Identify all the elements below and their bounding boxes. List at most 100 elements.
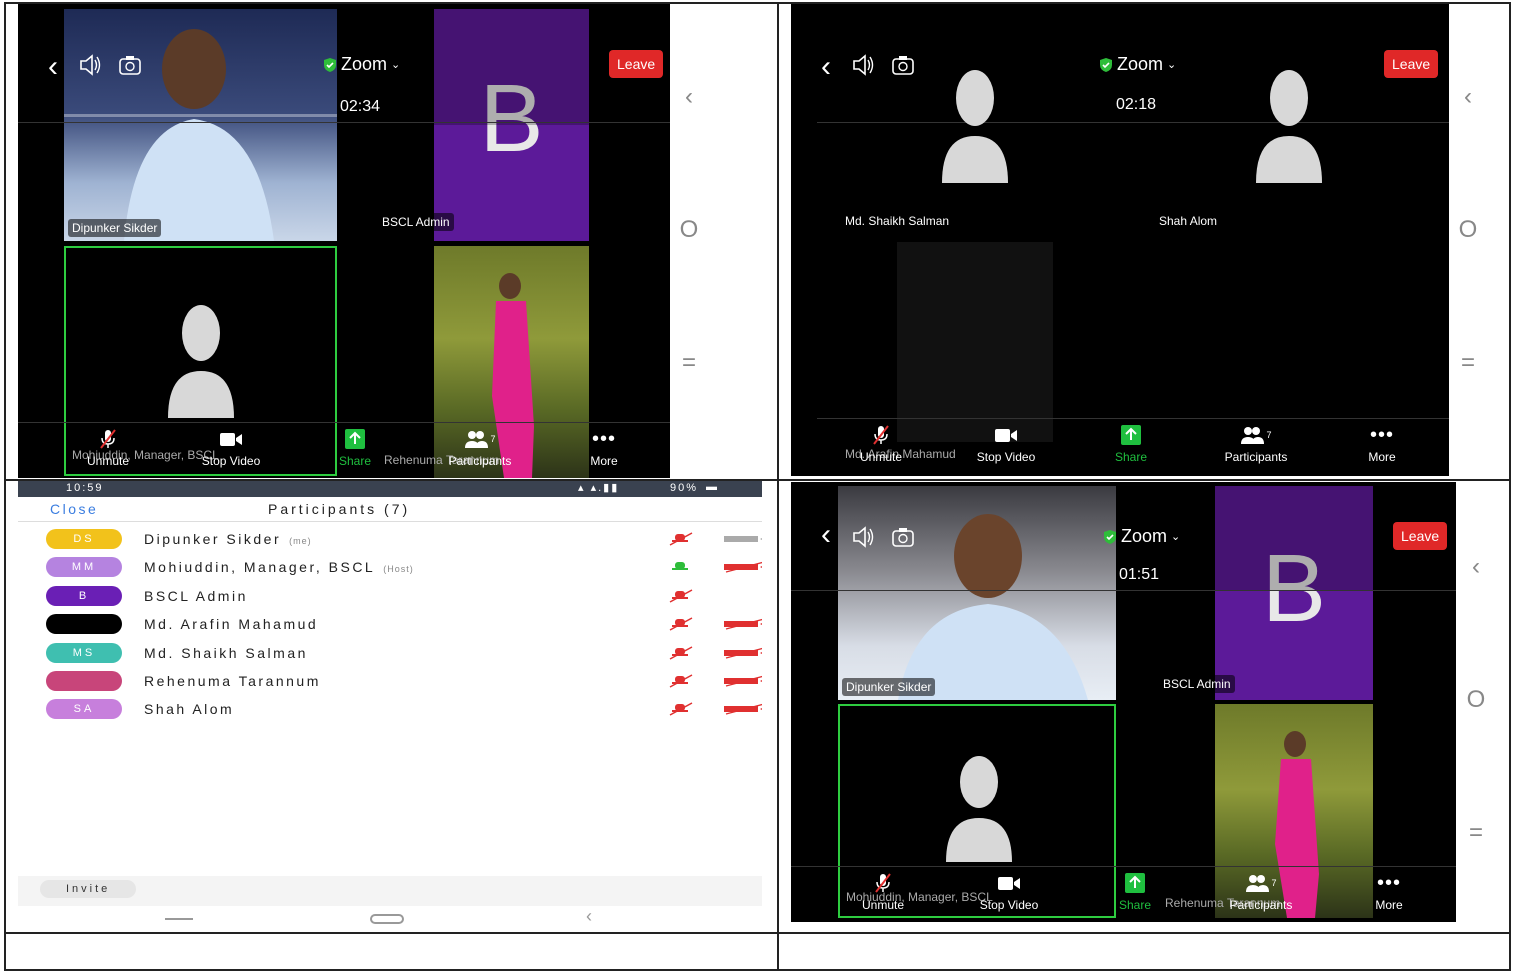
more-button[interactable]: ••• More bbox=[1342, 423, 1422, 465]
leave-button[interactable]: Leave bbox=[1393, 522, 1448, 550]
nav-back-icon[interactable]: ‹ bbox=[685, 83, 693, 111]
nav-home-icon[interactable]: O bbox=[1459, 216, 1478, 244]
participant-avatar: MM bbox=[46, 557, 122, 578]
participant-row[interactable]: Rehenuma Tarannum bbox=[18, 667, 762, 695]
nav-menu-icon[interactable]: = bbox=[1469, 819, 1483, 847]
share-arrow-icon bbox=[1125, 873, 1145, 893]
speaker-icon[interactable] bbox=[851, 526, 875, 548]
zoom-gallery-panel-2: ‹ Zoom ⌄ 02:18 Leave Md. Shaikh Salman S… bbox=[791, 4, 1449, 476]
more-button[interactable]: ••• More bbox=[564, 428, 644, 469]
participants-label: Participants bbox=[1229, 898, 1293, 912]
top-bar-separator bbox=[791, 590, 1456, 591]
share-button[interactable]: Share bbox=[1091, 424, 1171, 464]
back-arrow-icon[interactable]: ‹ bbox=[821, 518, 831, 552]
nav-home-icon[interactable]: O bbox=[1467, 686, 1486, 714]
video-tile-dipunker[interactable]: Dipunker Sikder bbox=[838, 486, 1116, 700]
shield-check-icon bbox=[324, 57, 336, 72]
recent-apps-icon[interactable] bbox=[165, 918, 193, 920]
participant-avatar: DS bbox=[46, 529, 122, 549]
mic-muted-icon bbox=[669, 702, 693, 717]
participants-label: Participants bbox=[448, 454, 512, 468]
unmute-button[interactable]: Unmute bbox=[843, 872, 923, 912]
share-button[interactable]: Share bbox=[1095, 872, 1175, 912]
mic-muted-icon bbox=[875, 873, 891, 893]
meeting-title-text: Zoom bbox=[1117, 54, 1164, 74]
mic-muted-icon bbox=[669, 674, 693, 688]
nav-menu-icon[interactable]: = bbox=[1461, 349, 1475, 377]
top-bar-separator bbox=[18, 122, 670, 123]
meeting-title[interactable]: Zoom ⌄ bbox=[1103, 526, 1180, 547]
nav-home-icon[interactable]: O bbox=[680, 216, 699, 244]
video-tile-dipunker[interactable]: Dipunker Sikder bbox=[64, 9, 337, 241]
participant-avatar: B bbox=[46, 585, 122, 606]
participants-icon bbox=[1241, 427, 1265, 444]
close-button[interactable]: Close bbox=[50, 501, 98, 517]
meeting-title[interactable]: Zoom ⌄ bbox=[323, 54, 400, 75]
unmute-label: Unmute bbox=[861, 898, 905, 912]
participants-button[interactable]: 7 Participants bbox=[1216, 424, 1296, 464]
android-nav-bar-2: ‹ O = bbox=[1449, 30, 1487, 430]
stop-video-button[interactable]: Stop Video bbox=[966, 424, 1046, 464]
participants-label: Participants bbox=[1224, 450, 1288, 464]
participant-row[interactable]: Md. Arafin Mahamud bbox=[18, 610, 762, 638]
video-tile-arafin[interactable] bbox=[897, 242, 1053, 442]
share-arrow-icon bbox=[1121, 425, 1141, 445]
stop-video-button[interactable]: Stop Video bbox=[191, 428, 271, 468]
home-button-icon[interactable] bbox=[370, 914, 404, 924]
unmute-button[interactable]: Unmute bbox=[68, 428, 148, 468]
participant-name: Md. Arafin Mahamud bbox=[144, 616, 326, 632]
video-off-icon bbox=[724, 675, 762, 687]
participant-tag: (me) bbox=[289, 536, 312, 546]
back-arrow-icon[interactable]: ‹ bbox=[821, 50, 831, 84]
speaker-icon[interactable] bbox=[851, 54, 875, 76]
person-silhouette-icon bbox=[942, 70, 1008, 183]
zoom-gallery-panel-1: Dipunker Sikder B BSCL Admin Mohiuddin, … bbox=[18, 4, 670, 478]
tile-name-bscl-admin: BSCL Admin bbox=[1159, 675, 1235, 693]
stop-video-button[interactable]: Stop Video bbox=[969, 872, 1049, 912]
participants-button[interactable]: 7 Participants bbox=[1221, 872, 1301, 912]
participants-count: 7 bbox=[490, 434, 496, 444]
participants-button[interactable]: 7 Participants bbox=[440, 428, 520, 468]
mic-muted-icon bbox=[669, 617, 693, 631]
video-on-icon bbox=[724, 536, 762, 542]
invite-bar: Invite bbox=[18, 876, 762, 906]
meeting-title[interactable]: Zoom ⌄ bbox=[1099, 54, 1176, 75]
share-label: Share bbox=[338, 454, 372, 468]
invite-button[interactable]: Invite bbox=[40, 880, 137, 898]
nav-back-icon[interactable]: ‹ bbox=[1464, 83, 1472, 111]
switch-camera-icon[interactable] bbox=[891, 54, 915, 76]
more-button[interactable]: ••• More bbox=[1349, 871, 1429, 913]
switch-camera-icon[interactable] bbox=[891, 526, 915, 548]
leave-button[interactable]: Leave bbox=[1384, 50, 1439, 78]
more-label: More bbox=[1368, 450, 1396, 464]
meeting-timer: 01:51 bbox=[1119, 566, 1160, 583]
nav-menu-icon[interactable]: = bbox=[682, 349, 696, 377]
back-arrow-icon[interactable]: ‹ bbox=[48, 50, 58, 84]
participant-row[interactable]: MS Md. Shaikh Salman bbox=[18, 639, 762, 667]
switch-camera-icon[interactable] bbox=[118, 54, 142, 76]
video-camera-icon bbox=[995, 429, 1017, 442]
participant-row[interactable]: SA Shah Alom bbox=[18, 695, 762, 723]
speaker-icon[interactable] bbox=[78, 54, 102, 76]
participant-row[interactable]: DS Dipunker Sikder (me) bbox=[18, 525, 762, 553]
participant-avatar bbox=[46, 671, 122, 691]
more-dots-icon: ••• bbox=[1369, 423, 1394, 446]
avatar-tile-bscl-admin[interactable]: B bbox=[1215, 486, 1373, 700]
participant-avatar: SA bbox=[46, 699, 122, 720]
share-button[interactable]: Share bbox=[315, 428, 395, 468]
participants-screen: 10:59 ▴ ▴.▮▮ 90% ▬ Close Participants (7… bbox=[18, 481, 762, 931]
participant-row[interactable]: MM Mohiuddin, Manager, BSCL (Host) bbox=[18, 553, 762, 581]
participant-name-text: Md. Shaikh Salman bbox=[144, 644, 308, 661]
android-nav-bar-1: ‹ O = bbox=[670, 30, 708, 430]
unmute-button[interactable]: Unmute bbox=[841, 424, 921, 464]
tile-name-salman: Md. Shaikh Salman bbox=[845, 214, 950, 228]
nav-back-icon[interactable]: ‹ bbox=[1472, 553, 1480, 581]
avatar-tile-bscl-admin[interactable]: B bbox=[434, 9, 589, 241]
participant-row[interactable]: B BSCL Admin bbox=[18, 582, 762, 610]
video-off-icon bbox=[724, 704, 762, 716]
leave-button[interactable]: Leave bbox=[609, 50, 664, 78]
chevron-down-icon: ⌄ bbox=[1171, 531, 1181, 543]
shield-check-icon bbox=[1104, 529, 1116, 544]
more-dots-icon: ••• bbox=[1376, 871, 1401, 894]
back-icon[interactable]: ‹ bbox=[586, 906, 592, 927]
